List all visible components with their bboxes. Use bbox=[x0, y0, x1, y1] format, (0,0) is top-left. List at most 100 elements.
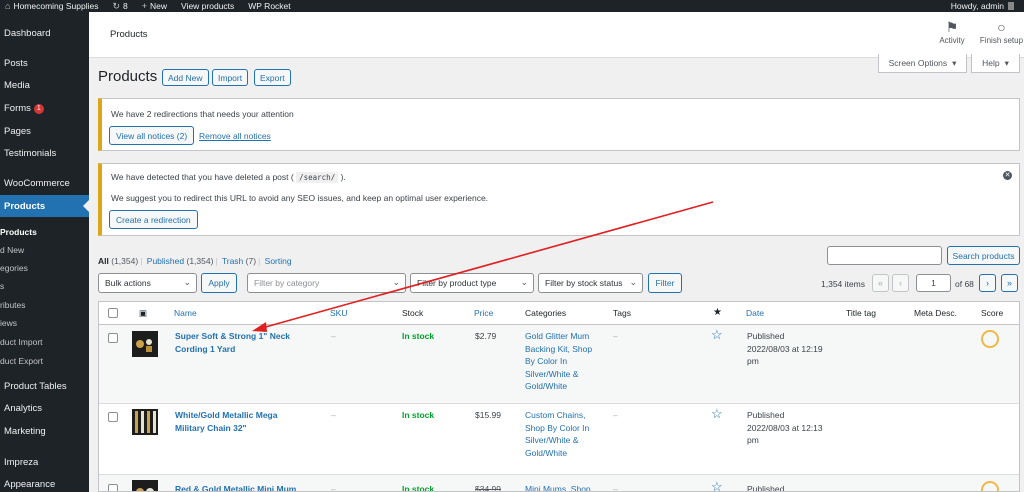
avatar bbox=[1008, 2, 1014, 10]
prev-page-button[interactable]: ‹ bbox=[892, 274, 909, 292]
finish-setup-button[interactable]: ○ Finish setup bbox=[979, 18, 1024, 45]
help-button[interactable]: Help ▾ bbox=[971, 54, 1020, 73]
view-published-link[interactable]: Published (1,354) bbox=[147, 256, 214, 266]
last-page-button[interactable]: » bbox=[1001, 274, 1018, 292]
sidebar-item-posts[interactable]: Posts bbox=[0, 58, 89, 69]
submenu-item-product-import[interactable]: duct Import bbox=[0, 337, 43, 347]
next-page-button[interactable]: › bbox=[979, 274, 996, 292]
sidebar-item-woocommerce[interactable]: WooCommerce bbox=[0, 178, 89, 189]
view-all-link[interactable]: All (1,354) bbox=[98, 256, 138, 266]
submenu-item-all-products[interactable]: Products bbox=[0, 227, 37, 237]
sidebar-item-appearance[interactable]: Appearance bbox=[0, 479, 89, 490]
current-page-input[interactable]: 1 bbox=[916, 274, 951, 292]
row-checkbox[interactable] bbox=[108, 333, 118, 343]
chevron-down-icon: ⌄ bbox=[183, 277, 191, 287]
view-published-label: Published bbox=[146, 256, 185, 266]
close-icon[interactable]: ✕ bbox=[1003, 171, 1012, 180]
price-value: $15.99 bbox=[475, 410, 501, 420]
sidebar-item-label: Appearance bbox=[4, 479, 56, 490]
product-name-link[interactable]: White/Gold Metallic Mega Military Chain … bbox=[175, 409, 277, 434]
product-name-link[interactable]: Super Soft & Strong 1" Neck Cording 1 Ya… bbox=[175, 330, 290, 355]
product-thumbnail[interactable] bbox=[132, 331, 158, 357]
neck-cording-image bbox=[136, 339, 152, 352]
plus-icon: + bbox=[141, 1, 148, 11]
column-price[interactable]: Price bbox=[474, 302, 493, 324]
sidebar-item-testimonials[interactable]: Testimonials bbox=[0, 148, 89, 159]
account-menu[interactable]: Howdy, admin bbox=[951, 0, 1014, 12]
row-checkbox[interactable] bbox=[108, 484, 118, 491]
wp-rocket-link[interactable]: WP Rocket bbox=[248, 1, 290, 11]
column-sku[interactable]: SKU bbox=[330, 302, 347, 324]
bulk-actions-select[interactable]: Bulk actions ⌄ bbox=[98, 273, 197, 293]
updates-count: 8 bbox=[123, 1, 128, 11]
apply-button[interactable]: Apply bbox=[201, 273, 237, 293]
categories-cell[interactable]: Gold Glitter Mum Backing Kit, Shop By Co… bbox=[525, 330, 592, 393]
screen-options-button[interactable]: Screen Options ▾ bbox=[878, 54, 967, 73]
chevron-down-icon: ⌄ bbox=[520, 277, 528, 287]
featured-star-icon[interactable]: ☆ bbox=[711, 407, 723, 421]
view-trash-link[interactable]: Trash (7) bbox=[222, 256, 256, 266]
sidebar-item-product-tables[interactable]: Product Tables bbox=[0, 381, 89, 392]
sidebar-item-products[interactable]: Products bbox=[0, 195, 89, 217]
submenu-item-reviews[interactable]: iews bbox=[0, 318, 17, 328]
updates-link[interactable]: ↻ 8 bbox=[112, 1, 127, 12]
search-input[interactable] bbox=[827, 246, 942, 265]
category-filter-select[interactable]: Filter by category ⌄ bbox=[247, 273, 406, 293]
new-label: New bbox=[150, 1, 168, 11]
view-sorting-link[interactable]: Sorting bbox=[265, 256, 292, 266]
categories-cell[interactable]: Custom Chains, Shop By Color In Silver/W… bbox=[525, 409, 589, 459]
first-page-button[interactable]: « bbox=[872, 274, 889, 292]
progress-circle-icon: ○ bbox=[997, 19, 1006, 35]
featured-star-icon[interactable]: ★ bbox=[713, 302, 722, 324]
export-button[interactable]: Export bbox=[254, 69, 291, 86]
date-cell: Published 2022/08/03 at 12:19 pm bbox=[747, 330, 823, 368]
view-products-label: View products bbox=[181, 1, 235, 11]
search-products-button[interactable]: Search products bbox=[947, 246, 1020, 265]
column-name[interactable]: Name bbox=[174, 302, 197, 324]
sidebar-item-analytics[interactable]: Analytics bbox=[0, 403, 89, 414]
create-redirection-button[interactable]: Create a redirection bbox=[109, 210, 198, 229]
category-line[interactable]: Mini Mums, Shop bbox=[525, 483, 591, 491]
category-filter-placeholder: Filter by category bbox=[254, 278, 320, 288]
notice-text-before: We have detected that you have deleted a… bbox=[111, 172, 294, 182]
sidebar-item-dashboard[interactable]: Dashboard bbox=[0, 28, 89, 39]
view-products-link[interactable]: View products bbox=[181, 1, 234, 11]
import-button[interactable]: Import bbox=[212, 69, 249, 86]
sidebar-item-marketing[interactable]: Marketing bbox=[0, 426, 89, 437]
stock-status: In stock bbox=[402, 484, 435, 492]
product-thumbnail[interactable] bbox=[132, 409, 158, 435]
finish-setup-label: Finish setup bbox=[979, 36, 1024, 45]
row-checkbox[interactable] bbox=[108, 412, 118, 422]
sidebar-item-pages[interactable]: Pages bbox=[0, 126, 89, 137]
submenu-item-attributes[interactable]: ributes bbox=[0, 300, 26, 310]
remove-all-notices-link[interactable]: Remove all notices bbox=[199, 131, 271, 141]
date-value: pm bbox=[747, 356, 759, 366]
activity-button[interactable]: ⚑ Activity bbox=[936, 18, 968, 45]
stock-status-select[interactable]: Filter by stock status ⌄ bbox=[538, 273, 643, 293]
filter-button[interactable]: Filter bbox=[648, 273, 682, 293]
category-line: Gold/White bbox=[525, 381, 568, 391]
featured-star-icon[interactable]: ☆ bbox=[711, 328, 723, 342]
site-name-link[interactable]: ⌂ Homecoming Supplies bbox=[5, 1, 98, 11]
view-all-notices-button[interactable]: View all notices (2) bbox=[109, 126, 195, 145]
sidebar-item-label: Pages bbox=[4, 126, 31, 137]
product-name-link[interactable]: Red & Gold Metallic Mini Mum bbox=[175, 483, 296, 491]
select-all-checkbox[interactable] bbox=[108, 308, 118, 318]
new-content-link[interactable]: + New bbox=[142, 1, 167, 11]
featured-star-icon[interactable]: ☆ bbox=[711, 480, 723, 491]
submenu-item-product-export[interactable]: duct Export bbox=[0, 356, 43, 366]
column-date[interactable]: Date bbox=[746, 302, 764, 324]
submenu-item-tags[interactable]: s bbox=[0, 281, 4, 291]
product-type-select[interactable]: Filter by product type ⌄ bbox=[410, 273, 534, 293]
sidebar-item-media[interactable]: Media bbox=[0, 80, 89, 91]
chevron-down-icon: ⌄ bbox=[392, 277, 400, 287]
image-column-icon: ▣ bbox=[139, 308, 148, 318]
forms-count-badge: 1 bbox=[33, 103, 44, 114]
sidebar-item-impreza[interactable]: Impreza bbox=[0, 457, 89, 468]
add-new-button[interactable]: Add New bbox=[162, 69, 209, 86]
submenu-item-add-new[interactable]: d New bbox=[0, 245, 24, 255]
submenu-item-categories[interactable]: egories bbox=[0, 263, 28, 273]
product-thumbnail[interactable] bbox=[132, 480, 158, 491]
sidebar-item-label: Product Tables bbox=[4, 381, 67, 392]
sidebar-item-forms[interactable]: Forms 1 bbox=[0, 103, 89, 114]
